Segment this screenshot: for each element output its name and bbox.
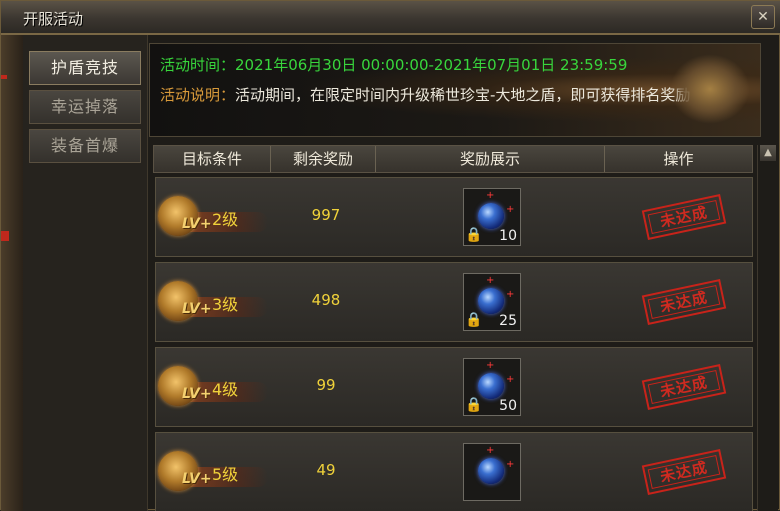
header-action: 操作	[663, 150, 694, 168]
desc-label: 活动说明：	[160, 86, 236, 104]
reward-quantity: 50	[499, 398, 517, 414]
table-row: LV+ 3级 498 + + 🔒 25 未达成	[155, 262, 753, 342]
close-icon[interactable]: ✕	[751, 5, 775, 29]
sparkle-icon: +	[506, 289, 515, 300]
treasure-chest-icon	[670, 54, 750, 124]
reward-item-slot[interactable]: + + 🔒 25	[463, 273, 521, 331]
desc-value: 活动期间，在限定时间内升级稀世珍宝-大地之盾，即可获得排名奖励	[235, 86, 691, 104]
target-level: 2级	[212, 210, 239, 229]
reward-item-slot[interactable]: + + 🔒 50	[463, 358, 521, 416]
sparkle-icon: +	[486, 275, 495, 286]
event-window: 开服活动 ✕ 护盾竞技 幸运掉落 装备首爆 活动时间：2021年06月30日 0…	[0, 0, 780, 511]
sidebar: 护盾竞技 幸运掉落 装备首爆	[23, 35, 148, 511]
blue-gem-icon	[478, 373, 504, 399]
titlebar: 开服活动 ✕	[1, 1, 780, 35]
scroll-up-icon[interactable]: ▲	[760, 145, 776, 161]
background-scene-edge	[1, 35, 23, 511]
header-remaining: 剩余奖励	[271, 146, 376, 172]
table-row: LV+ 5级 49 + + 未达成	[155, 432, 753, 511]
sparkle-icon: +	[486, 445, 495, 456]
scrollbar[interactable]: ▲	[757, 145, 778, 511]
target-level: 4级	[212, 380, 239, 399]
remaining-count: 498	[311, 291, 341, 309]
remaining-count: 49	[316, 461, 336, 479]
time-value: 2021年06月30日 00:00:00-2021年07月01日 23:59:5…	[235, 56, 628, 74]
blue-gem-icon	[478, 458, 504, 484]
decoration	[1, 231, 9, 241]
lock-icon: 🔒	[465, 397, 483, 413]
reward-quantity: 25	[499, 313, 517, 329]
lock-icon: 🔒	[465, 227, 483, 243]
sparkle-icon: +	[486, 190, 495, 201]
table-header: 目标条件 剩余奖励 奖励展示 操作	[153, 145, 753, 173]
window-title: 开服活动	[23, 10, 84, 28]
level-badge-text: LV+	[182, 301, 212, 317]
event-description: 活动说明：活动期间，在限定时间内升级稀世珍宝-大地之盾，即可获得排名奖励	[160, 84, 740, 106]
tab-lucky-drop[interactable]: 幸运掉落	[29, 90, 141, 124]
remaining-count: 99	[316, 376, 336, 394]
status-stamp: 未达成	[641, 194, 727, 240]
sparkle-icon: +	[506, 374, 515, 385]
blue-gem-icon	[478, 288, 504, 314]
table-row: LV+ 2级 997 + + 🔒 10 未达成	[155, 177, 753, 257]
header-target: 目标条件	[154, 146, 271, 172]
decoration	[1, 75, 7, 79]
header-reward: 奖励展示	[376, 146, 605, 172]
tab-shield-competition[interactable]: 护盾竞技	[29, 51, 141, 85]
level-badge-text: LV+	[182, 216, 212, 232]
remaining-count: 997	[311, 206, 341, 224]
reward-item-slot[interactable]: + +	[463, 443, 521, 501]
level-badge-text: LV+	[182, 471, 212, 487]
level-badge-text: LV+	[182, 386, 212, 402]
table-row: LV+ 4级 99 + + 🔒 50 未达成	[155, 347, 753, 427]
time-label: 活动时间：	[160, 56, 236, 74]
event-time: 活动时间：2021年06月30日 00:00:00-2021年07月01日 23…	[160, 54, 627, 75]
reward-item-slot[interactable]: + + 🔒 10	[463, 188, 521, 246]
status-stamp: 未达成	[641, 279, 727, 325]
event-info-banner: 活动时间：2021年06月30日 00:00:00-2021年07月01日 23…	[149, 43, 761, 137]
status-stamp: 未达成	[641, 364, 727, 410]
lock-icon: 🔒	[465, 312, 483, 328]
tab-equipment-first-drop[interactable]: 装备首爆	[29, 129, 141, 163]
sparkle-icon: +	[486, 360, 495, 371]
target-level: 5级	[212, 465, 239, 484]
reward-quantity: 10	[499, 228, 517, 244]
sparkle-icon: +	[506, 459, 515, 470]
sparkle-icon: +	[506, 204, 515, 215]
target-level: 3级	[212, 295, 239, 314]
status-stamp: 未达成	[641, 449, 727, 495]
blue-gem-icon	[478, 203, 504, 229]
